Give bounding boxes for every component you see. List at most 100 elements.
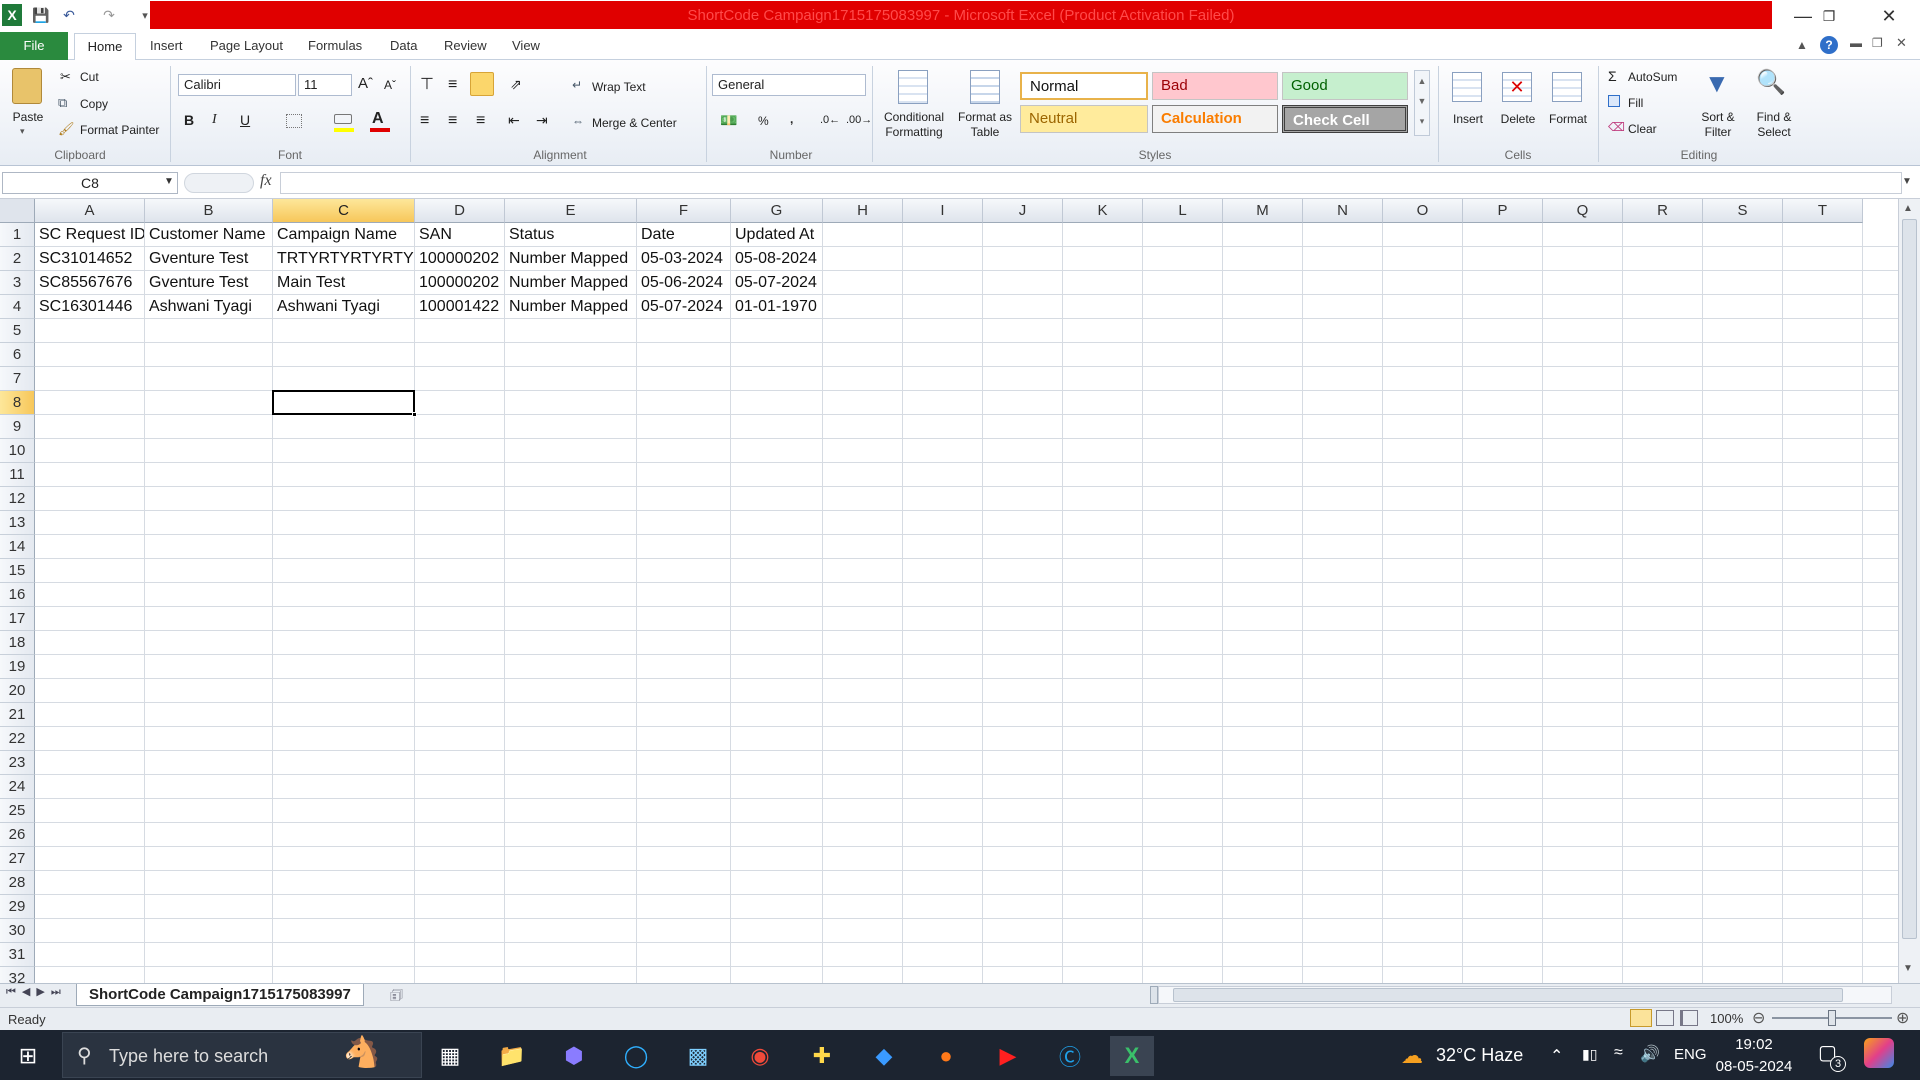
cell-f4[interactable]: 05-07-2024 [637,295,730,319]
row-header-26[interactable]: 26 [0,823,35,847]
scroll-up-icon[interactable]: ▲ [1903,203,1913,214]
excel-logo-icon[interactable]: X [2,4,22,26]
zoom-slider-thumb[interactable] [1828,1010,1836,1026]
row-header-1[interactable]: 1 [0,223,35,247]
vertical-scrollbar[interactable]: ▲ ▼ [1898,199,1920,983]
page-layout-view-icon[interactable] [1656,1010,1674,1026]
paste-dropdown-icon[interactable]: ▾ [20,126,25,137]
column-header-f[interactable]: F [637,199,731,223]
font-name-select[interactable]: Calibri [178,74,296,96]
sheet-tab-active[interactable]: ShortCode Campaign1715175083997 [76,984,364,1006]
percent-button[interactable]: % [758,114,769,128]
row-header-25[interactable]: 25 [0,799,35,823]
fill-color-icon[interactable] [334,114,352,124]
name-box[interactable]: C8 [2,172,178,194]
column-header-a[interactable]: A [35,199,145,223]
row-header-14[interactable]: 14 [0,535,35,559]
name-box-dropdown-icon[interactable]: ▼ [164,176,174,187]
copy-button[interactable]: Copy [80,97,108,111]
weather-icon[interactable]: ☁ [1390,1036,1434,1076]
horizontal-scrollbar[interactable] [1158,986,1892,1004]
tab-page-layout[interactable]: Page Layout [200,32,293,60]
row-header-29[interactable]: 29 [0,895,35,919]
cell-c1[interactable]: Campaign Name [273,223,414,247]
row-header-27[interactable]: 27 [0,847,35,871]
undo-icon[interactable]: ↶ [58,4,80,26]
zoom-in-icon[interactable]: ⊕ [1896,1008,1909,1028]
row-header-13[interactable]: 13 [0,511,35,535]
taskbar-search-box[interactable]: ⚲ Type here to search 🐴 [62,1032,422,1078]
column-header-o[interactable]: O [1383,199,1463,223]
workbook-restore-icon[interactable]: ❐ [1872,36,1883,50]
column-header-l[interactable]: L [1143,199,1223,223]
cell-e3[interactable]: Number Mapped [505,271,636,295]
formula-input[interactable] [280,172,1902,194]
row-header-3[interactable]: 3 [0,271,35,295]
tab-view[interactable]: View [502,32,550,60]
cell-f3[interactable]: 05-06-2024 [637,271,730,295]
cell-e4[interactable]: Number Mapped [505,295,636,319]
firefox-icon[interactable]: ● [924,1036,968,1076]
row-header-28[interactable]: 28 [0,871,35,895]
minimize-ribbon-icon[interactable]: ▲ [1796,38,1808,52]
align-right-icon[interactable]: ≡ [476,112,485,130]
tab-insert[interactable]: Insert [140,32,193,60]
row-header-32[interactable]: 32 [0,967,35,983]
decrease-indent-icon[interactable]: ⇤ [508,112,520,129]
wifi-icon[interactable]: ≈ [1614,1044,1623,1062]
insert-button[interactable]: Insert [1446,112,1490,127]
horizontal-scroll-thumb[interactable] [1173,988,1843,1002]
cell-d2[interactable]: 100000202 [415,247,504,271]
cell-g2[interactable]: 05-08-2024 [731,247,822,271]
number-format-select[interactable]: General [712,74,866,96]
cell-a2[interactable]: SC31014652 [35,247,144,271]
file-explorer-icon[interactable]: 📁 [490,1036,534,1076]
chrome-icon[interactable]: ◉ [738,1036,782,1076]
column-header-h[interactable]: H [823,199,903,223]
row-header-11[interactable]: 11 [0,463,35,487]
cell-a1[interactable]: SC Request ID [35,223,144,247]
row-header-6[interactable]: 6 [0,343,35,367]
column-header-r[interactable]: R [1623,199,1703,223]
column-header-b[interactable]: B [145,199,273,223]
delete-button[interactable]: Delete [1496,112,1540,127]
paste-button[interactable]: Paste [6,110,50,125]
show-hidden-icons-icon[interactable]: ⌃ [1550,1046,1563,1066]
column-header-s[interactable]: S [1703,199,1783,223]
scroll-down-icon[interactable]: ▼ [1903,963,1913,974]
row-header-8[interactable]: 8 [0,391,35,415]
styles-gallery-scroll[interactable]: ▲ ▼ ▾ [1414,70,1430,136]
paste-icon[interactable] [12,68,42,104]
row-header-16[interactable]: 16 [0,583,35,607]
style-check-cell[interactable]: Check Cell [1282,105,1408,133]
grow-font-icon[interactable]: Aˆ [358,75,373,92]
cell-f2[interactable]: 05-03-2024 [637,247,730,271]
workbook-close-icon[interactable]: ✕ [1896,35,1907,51]
tab-review[interactable]: Review [434,32,497,60]
network-app-icon[interactable]: ◆ [862,1036,906,1076]
tab-formulas[interactable]: Formulas [298,32,372,60]
skype-icon[interactable]: Ⓒ [1048,1036,1092,1076]
cell-b2[interactable]: Gventure Test [145,247,272,271]
restore-button[interactable]: ❐ [1806,0,1852,32]
cell-d3[interactable]: 100000202 [415,271,504,295]
save-icon[interactable]: 💾 [30,4,52,26]
row-header-12[interactable]: 12 [0,487,35,511]
excel-taskbar-icon[interactable]: X [1110,1036,1154,1076]
orientation-icon[interactable]: ⇗ [510,76,522,93]
sort-filter-button[interactable]: Sort & Filter [1690,110,1746,140]
increase-decimal-icon[interactable]: .0← [820,114,840,126]
format-as-table-button[interactable]: Format as Table [952,110,1018,140]
conditional-formatting-button[interactable]: Conditional Formatting [876,110,952,140]
style-normal[interactable]: Normal [1020,72,1148,100]
row-header-5[interactable]: 5 [0,319,35,343]
sheet-nav-icons[interactable]: ⏮◀▶⏭ [6,985,67,999]
row-header-23[interactable]: 23 [0,751,35,775]
cut-button[interactable]: Cut [80,70,99,84]
youtube-icon[interactable]: ▶ [986,1036,1030,1076]
fill-button[interactable]: Fill [1628,96,1643,110]
redo-icon[interactable]: ↷ [98,4,120,26]
row-header-21[interactable]: 21 [0,703,35,727]
help-icon[interactable]: ? [1820,36,1838,54]
style-neutral[interactable]: Neutral [1020,105,1148,133]
